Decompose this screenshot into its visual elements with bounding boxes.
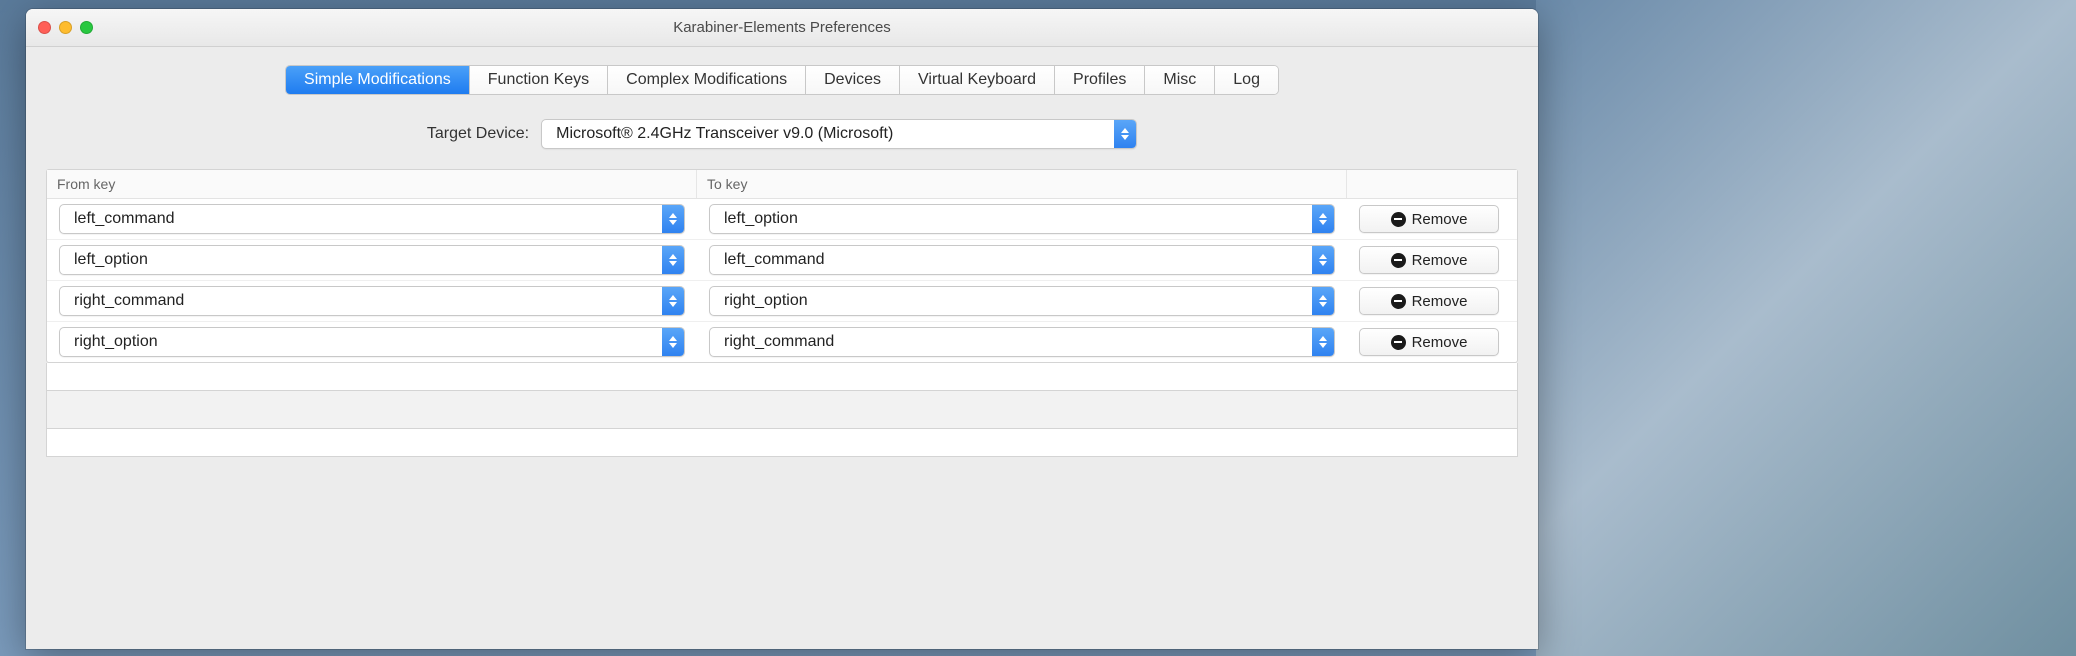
column-actions <box>1347 170 1517 198</box>
to-key-select[interactable]: left_option <box>709 204 1335 234</box>
chevron-up-down-icon <box>1312 287 1334 315</box>
column-from-key: From key <box>47 170 697 198</box>
chevron-up-down-icon <box>662 205 684 233</box>
zoom-icon[interactable] <box>80 21 93 34</box>
table-footer-blank <box>46 429 1518 457</box>
table-row: right_option right_command Remove <box>47 322 1517 362</box>
from-key-value: left_option <box>60 251 662 269</box>
modifications-table: From key To key left_command left_option <box>46 169 1518 363</box>
from-key-value: left_command <box>60 210 662 228</box>
target-device-value: Microsoft® 2.4GHz Transceiver v9.0 (Micr… <box>542 125 1114 143</box>
remove-label: Remove <box>1412 252 1468 269</box>
to-key-value: left_command <box>710 251 1312 269</box>
minus-icon <box>1391 253 1406 268</box>
minus-icon <box>1391 294 1406 309</box>
tab-virtual-keyboard[interactable]: Virtual Keyboard <box>900 66 1055 94</box>
table-footer-stripe <box>46 391 1518 429</box>
tab-simple-modifications[interactable]: Simple Modifications <box>286 66 470 94</box>
window-controls <box>26 21 93 34</box>
from-key-select[interactable]: left_command <box>59 204 685 234</box>
preferences-window: Karabiner-Elements Preferences Simple Mo… <box>26 9 1538 649</box>
remove-button[interactable]: Remove <box>1359 246 1499 274</box>
to-key-select[interactable]: right_command <box>709 327 1335 357</box>
remove-label: Remove <box>1412 211 1468 228</box>
desktop-background <box>1536 0 2076 656</box>
tab-misc[interactable]: Misc <box>1145 66 1215 94</box>
close-icon[interactable] <box>38 21 51 34</box>
from-key-value: right_command <box>60 292 662 310</box>
remove-button[interactable]: Remove <box>1359 287 1499 315</box>
tab-complex-modifications[interactable]: Complex Modifications <box>608 66 806 94</box>
to-key-select[interactable]: left_command <box>709 245 1335 275</box>
chevron-up-down-icon <box>1312 328 1334 356</box>
to-key-value: right_command <box>710 333 1312 351</box>
table-header: From key To key <box>47 170 1517 199</box>
window-title: Karabiner-Elements Preferences <box>26 19 1538 36</box>
to-key-value: left_option <box>710 210 1312 228</box>
from-key-select[interactable]: right_option <box>59 327 685 357</box>
table-row: left_command left_option Remove <box>47 199 1517 240</box>
target-device-row: Target Device: Microsoft® 2.4GHz Transce… <box>26 95 1538 169</box>
table-row: right_command right_option Remove <box>47 281 1517 322</box>
chevron-up-down-icon <box>662 328 684 356</box>
titlebar[interactable]: Karabiner-Elements Preferences <box>26 9 1538 47</box>
table-row: left_option left_command Remove <box>47 240 1517 281</box>
target-device-label: Target Device: <box>427 125 529 143</box>
remove-button[interactable]: Remove <box>1359 205 1499 233</box>
chevron-up-down-icon <box>662 246 684 274</box>
from-key-value: right_option <box>60 333 662 351</box>
minus-icon <box>1391 335 1406 350</box>
to-key-value: right_option <box>710 292 1312 310</box>
target-device-select[interactable]: Microsoft® 2.4GHz Transceiver v9.0 (Micr… <box>541 119 1137 149</box>
from-key-select[interactable]: right_command <box>59 286 685 316</box>
tabbar-container: Simple Modifications Function Keys Compl… <box>26 47 1538 95</box>
tabbar: Simple Modifications Function Keys Compl… <box>285 65 1279 95</box>
remove-label: Remove <box>1412 293 1468 310</box>
tab-function-keys[interactable]: Function Keys <box>470 66 608 94</box>
remove-label: Remove <box>1412 334 1468 351</box>
tab-profiles[interactable]: Profiles <box>1055 66 1145 94</box>
remove-button[interactable]: Remove <box>1359 328 1499 356</box>
to-key-select[interactable]: right_option <box>709 286 1335 316</box>
tab-devices[interactable]: Devices <box>806 66 900 94</box>
chevron-up-down-icon <box>1312 246 1334 274</box>
table-footer-blank <box>46 363 1518 391</box>
chevron-up-down-icon <box>662 287 684 315</box>
minus-icon <box>1391 212 1406 227</box>
chevron-up-down-icon <box>1312 205 1334 233</box>
chevron-up-down-icon <box>1114 120 1136 148</box>
column-to-key: To key <box>697 170 1347 198</box>
from-key-select[interactable]: left_option <box>59 245 685 275</box>
tab-log[interactable]: Log <box>1215 66 1278 94</box>
minimize-icon[interactable] <box>59 21 72 34</box>
